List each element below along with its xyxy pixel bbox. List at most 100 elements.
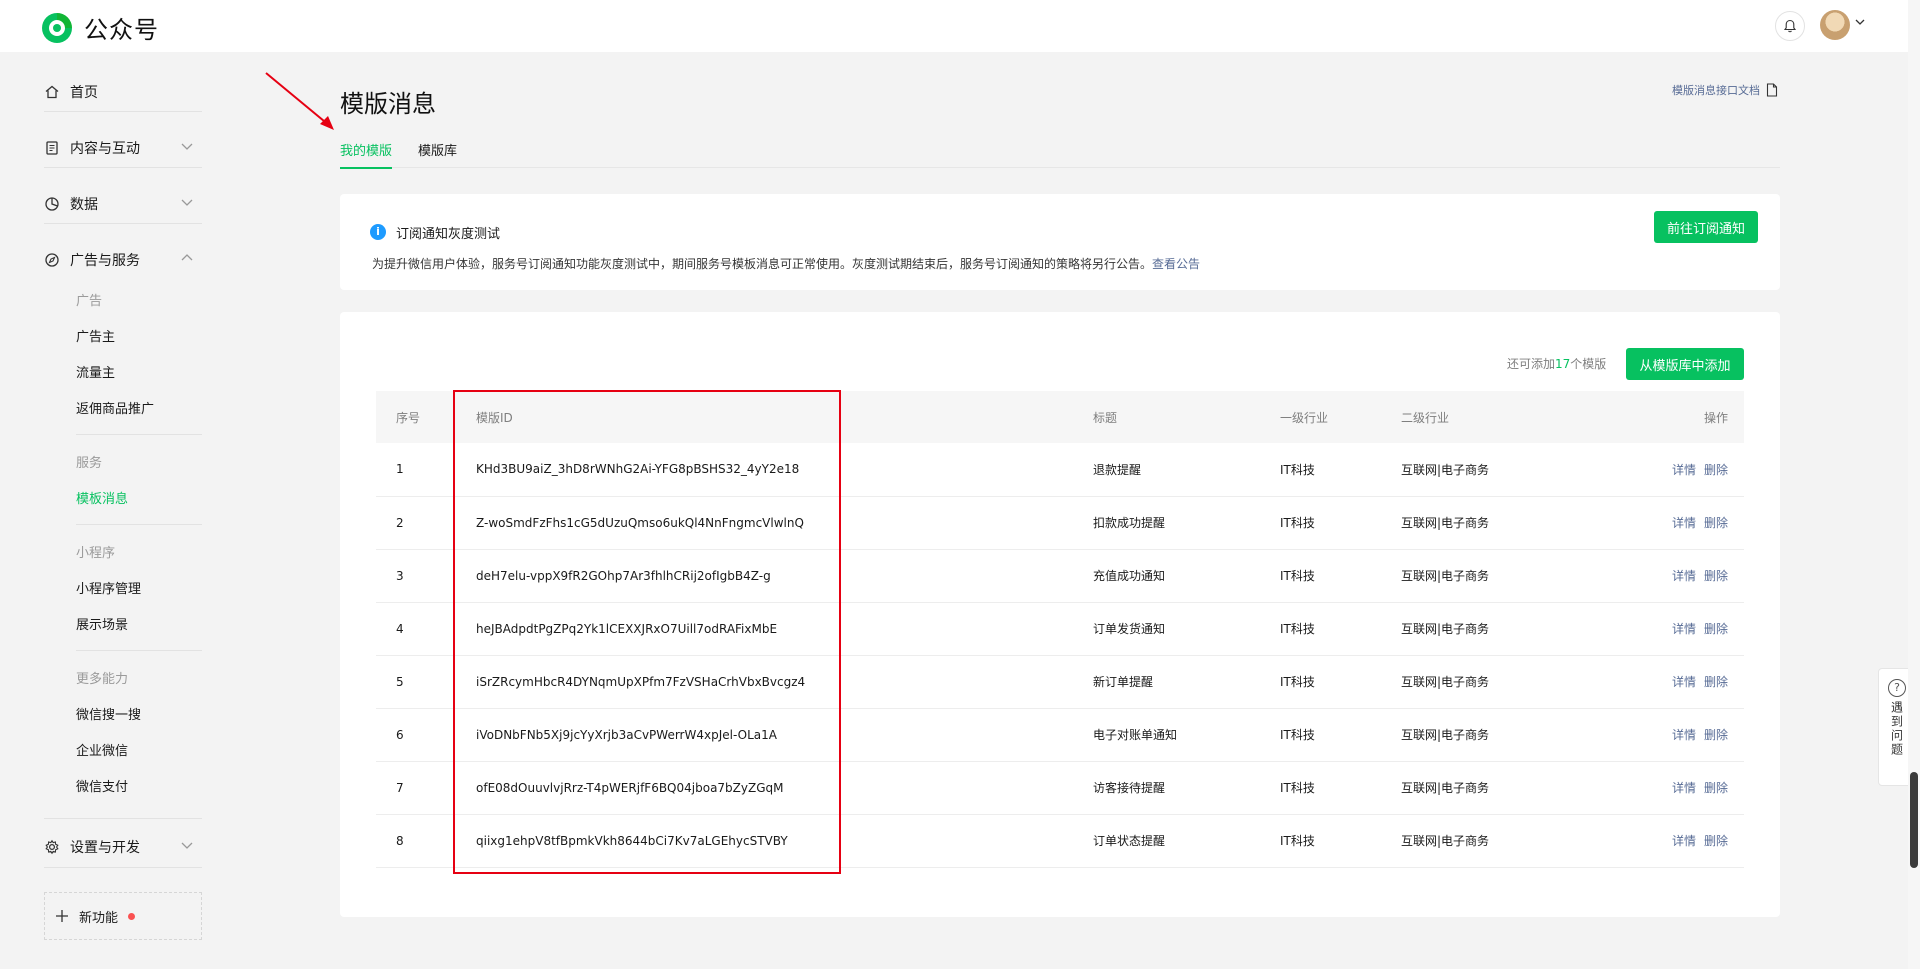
chevron-down-icon[interactable]	[180, 141, 194, 151]
cell-industry-1: IT科技	[1280, 728, 1315, 742]
remain-count: 17	[1555, 357, 1571, 371]
cell-industry-2: 互联网|电子商务	[1401, 516, 1490, 530]
cell-no: 3	[396, 568, 404, 583]
chevron-down-icon[interactable]	[180, 840, 194, 850]
cell-industry-1: IT科技	[1280, 781, 1315, 795]
home-icon	[45, 85, 59, 99]
detail-link[interactable]: 详情	[1672, 622, 1696, 636]
detail-link[interactable]: 详情	[1672, 463, 1696, 477]
sidebar-item-settings[interactable]: 设置与开发	[44, 837, 140, 857]
divider	[44, 867, 202, 868]
notice-card: i 订阅通知灰度测试 为提升微信用户体验，服务号订阅通知功能灰度测试中，期间服务…	[340, 194, 1780, 290]
sidebar-item-display-scene[interactable]: 展示场景	[76, 614, 128, 633]
delete-link[interactable]: 删除	[1704, 516, 1728, 530]
cell-title: 新订单提醒	[1093, 675, 1154, 689]
cell-industry-1: IT科技	[1280, 516, 1315, 530]
column-header-no: 序号	[396, 410, 421, 425]
view-announcement-link[interactable]: 查看公告	[1152, 257, 1200, 271]
document-icon	[46, 141, 58, 155]
sidebar-item-label: 广告与服务	[70, 253, 140, 269]
sidebar-item-publisher[interactable]: 流量主	[76, 362, 115, 381]
info-icon: i	[370, 224, 386, 240]
delete-link[interactable]: 删除	[1704, 675, 1728, 689]
template-list-card: 还可添加17个模版 从模版库中添加 序号 模版ID 标题 一级行业 二级行业 操…	[340, 312, 1780, 917]
cell-industry-2: 互联网|电子商务	[1401, 834, 1490, 848]
notification-button[interactable]	[1775, 11, 1805, 41]
add-from-library-button[interactable]: 从模版库中添加	[1626, 348, 1744, 380]
detail-link[interactable]: 详情	[1672, 728, 1696, 742]
remain-prefix: 还可添加	[1507, 357, 1556, 371]
cell-actions: 详情 删除	[1651, 761, 1744, 814]
bell-icon	[1783, 19, 1797, 33]
cell-title: 退款提醒	[1093, 462, 1142, 477]
cell-actions: 详情 删除	[1651, 602, 1744, 655]
cell-template-id: qiixg1ehpV8tfBpmkVkh8644bCi7Kv7aLGEhycST…	[476, 833, 788, 848]
sidebar-item-label: 设置与开发	[70, 840, 140, 856]
detail-link[interactable]: 详情	[1672, 781, 1696, 795]
annotation-arrow	[265, 72, 334, 130]
cell-title: 订单状态提醒	[1093, 834, 1166, 848]
page-title: 模版消息	[340, 90, 436, 118]
nav-group-ad: 广告	[76, 294, 103, 309]
cell-title: 访客接待提醒	[1093, 781, 1166, 795]
tab-template-library[interactable]: 模版库	[418, 140, 457, 167]
sidebar-item-wecom[interactable]: 企业微信	[76, 740, 128, 759]
cell-industry-1: IT科技	[1280, 675, 1315, 689]
new-feature-button[interactable]: 新功能	[44, 892, 202, 940]
delete-link[interactable]: 删除	[1704, 569, 1728, 583]
cell-no: 6	[396, 727, 404, 742]
column-header-title: 标题	[1093, 410, 1118, 425]
nav-group-service: 服务	[76, 456, 103, 471]
cell-actions: 详情 删除	[1651, 496, 1744, 549]
column-header-industry-1: 一级行业	[1280, 410, 1329, 425]
nav-group-more: 更多能力	[76, 672, 129, 687]
sidebar-item-commission-promo[interactable]: 返佣商品推广	[76, 398, 154, 417]
sidebar-item-wechat-pay[interactable]: 微信支付	[76, 776, 128, 795]
cell-industry-1: IT科技	[1280, 569, 1315, 583]
pie-chart-icon	[45, 197, 59, 211]
detail-link[interactable]: 详情	[1672, 516, 1696, 530]
delete-link[interactable]: 删除	[1704, 622, 1728, 636]
go-subscribe-notice-button[interactable]: 前往订阅通知	[1654, 211, 1758, 243]
sidebar-item-wechat-search[interactable]: 微信搜一搜	[76, 704, 141, 723]
detail-link[interactable]: 详情	[1672, 834, 1696, 848]
notice-body: 为提升微信用户体验，服务号订阅通知功能灰度测试中，期间服务号模板消息可正常使用。…	[372, 255, 1200, 272]
table-row: 3 deH7elu-vppX9fR2GOhp7Ar3fhlhCRij2ofIgb…	[376, 549, 1744, 602]
top-bar: 公众号	[0, 0, 1920, 52]
delete-link[interactable]: 删除	[1704, 834, 1728, 848]
scrollbar-thumb[interactable]	[1910, 772, 1918, 868]
sidebar-item-template-message[interactable]: 模板消息	[76, 488, 128, 507]
chevron-down-icon[interactable]	[180, 197, 194, 207]
user-avatar[interactable]	[1820, 10, 1850, 40]
sidebar: 首页 内容与互动 数据 广告与服务 广告 广告主 流量主 返佣商品推广 服务 模…	[0, 52, 230, 969]
gear-icon	[45, 839, 59, 855]
table-header-row: 序号 模版ID 标题 一级行业 二级行业 操作	[376, 391, 1744, 443]
sidebar-item-miniprogram-manage[interactable]: 小程序管理	[76, 578, 141, 597]
help-label: 遇到问题	[1889, 701, 1904, 757]
question-icon: ?	[1888, 679, 1906, 697]
tabs: 我的模版 模版库	[340, 140, 1780, 169]
sidebar-item-home[interactable]: 首页	[44, 82, 98, 102]
cell-template-id: iSrZRcymHbcR4DYNqmUpXPfm7FzVSHaCrhVbxBvc…	[476, 674, 806, 689]
sidebar-item-content[interactable]: 内容与互动	[44, 138, 140, 158]
detail-link[interactable]: 详情	[1672, 569, 1696, 583]
document-icon	[1766, 83, 1778, 97]
cell-actions: 详情 删除	[1651, 708, 1744, 761]
cell-no: 5	[396, 674, 404, 689]
sidebar-item-advertiser[interactable]: 广告主	[76, 326, 115, 345]
sidebar-item-data[interactable]: 数据	[44, 194, 98, 214]
sidebar-item-ads-services[interactable]: 广告与服务	[44, 250, 140, 270]
chevron-down-icon[interactable]	[1855, 18, 1865, 26]
cell-industry-2: 互联网|电子商务	[1401, 728, 1490, 742]
tab-my-templates[interactable]: 我的模版	[340, 140, 393, 169]
delete-link[interactable]: 删除	[1704, 781, 1728, 795]
new-feature-label: 新功能	[79, 910, 119, 926]
logo[interactable]: 公众号	[40, 10, 159, 45]
delete-link[interactable]: 删除	[1704, 463, 1728, 477]
detail-link[interactable]: 详情	[1672, 675, 1696, 689]
chevron-up-icon[interactable]	[180, 253, 194, 263]
cell-industry-2: 互联网|电子商务	[1401, 622, 1490, 636]
api-doc-link[interactable]: 模版消息接口文档	[1672, 82, 1778, 98]
cell-industry-2: 互联网|电子商务	[1401, 462, 1490, 477]
delete-link[interactable]: 删除	[1704, 728, 1728, 742]
